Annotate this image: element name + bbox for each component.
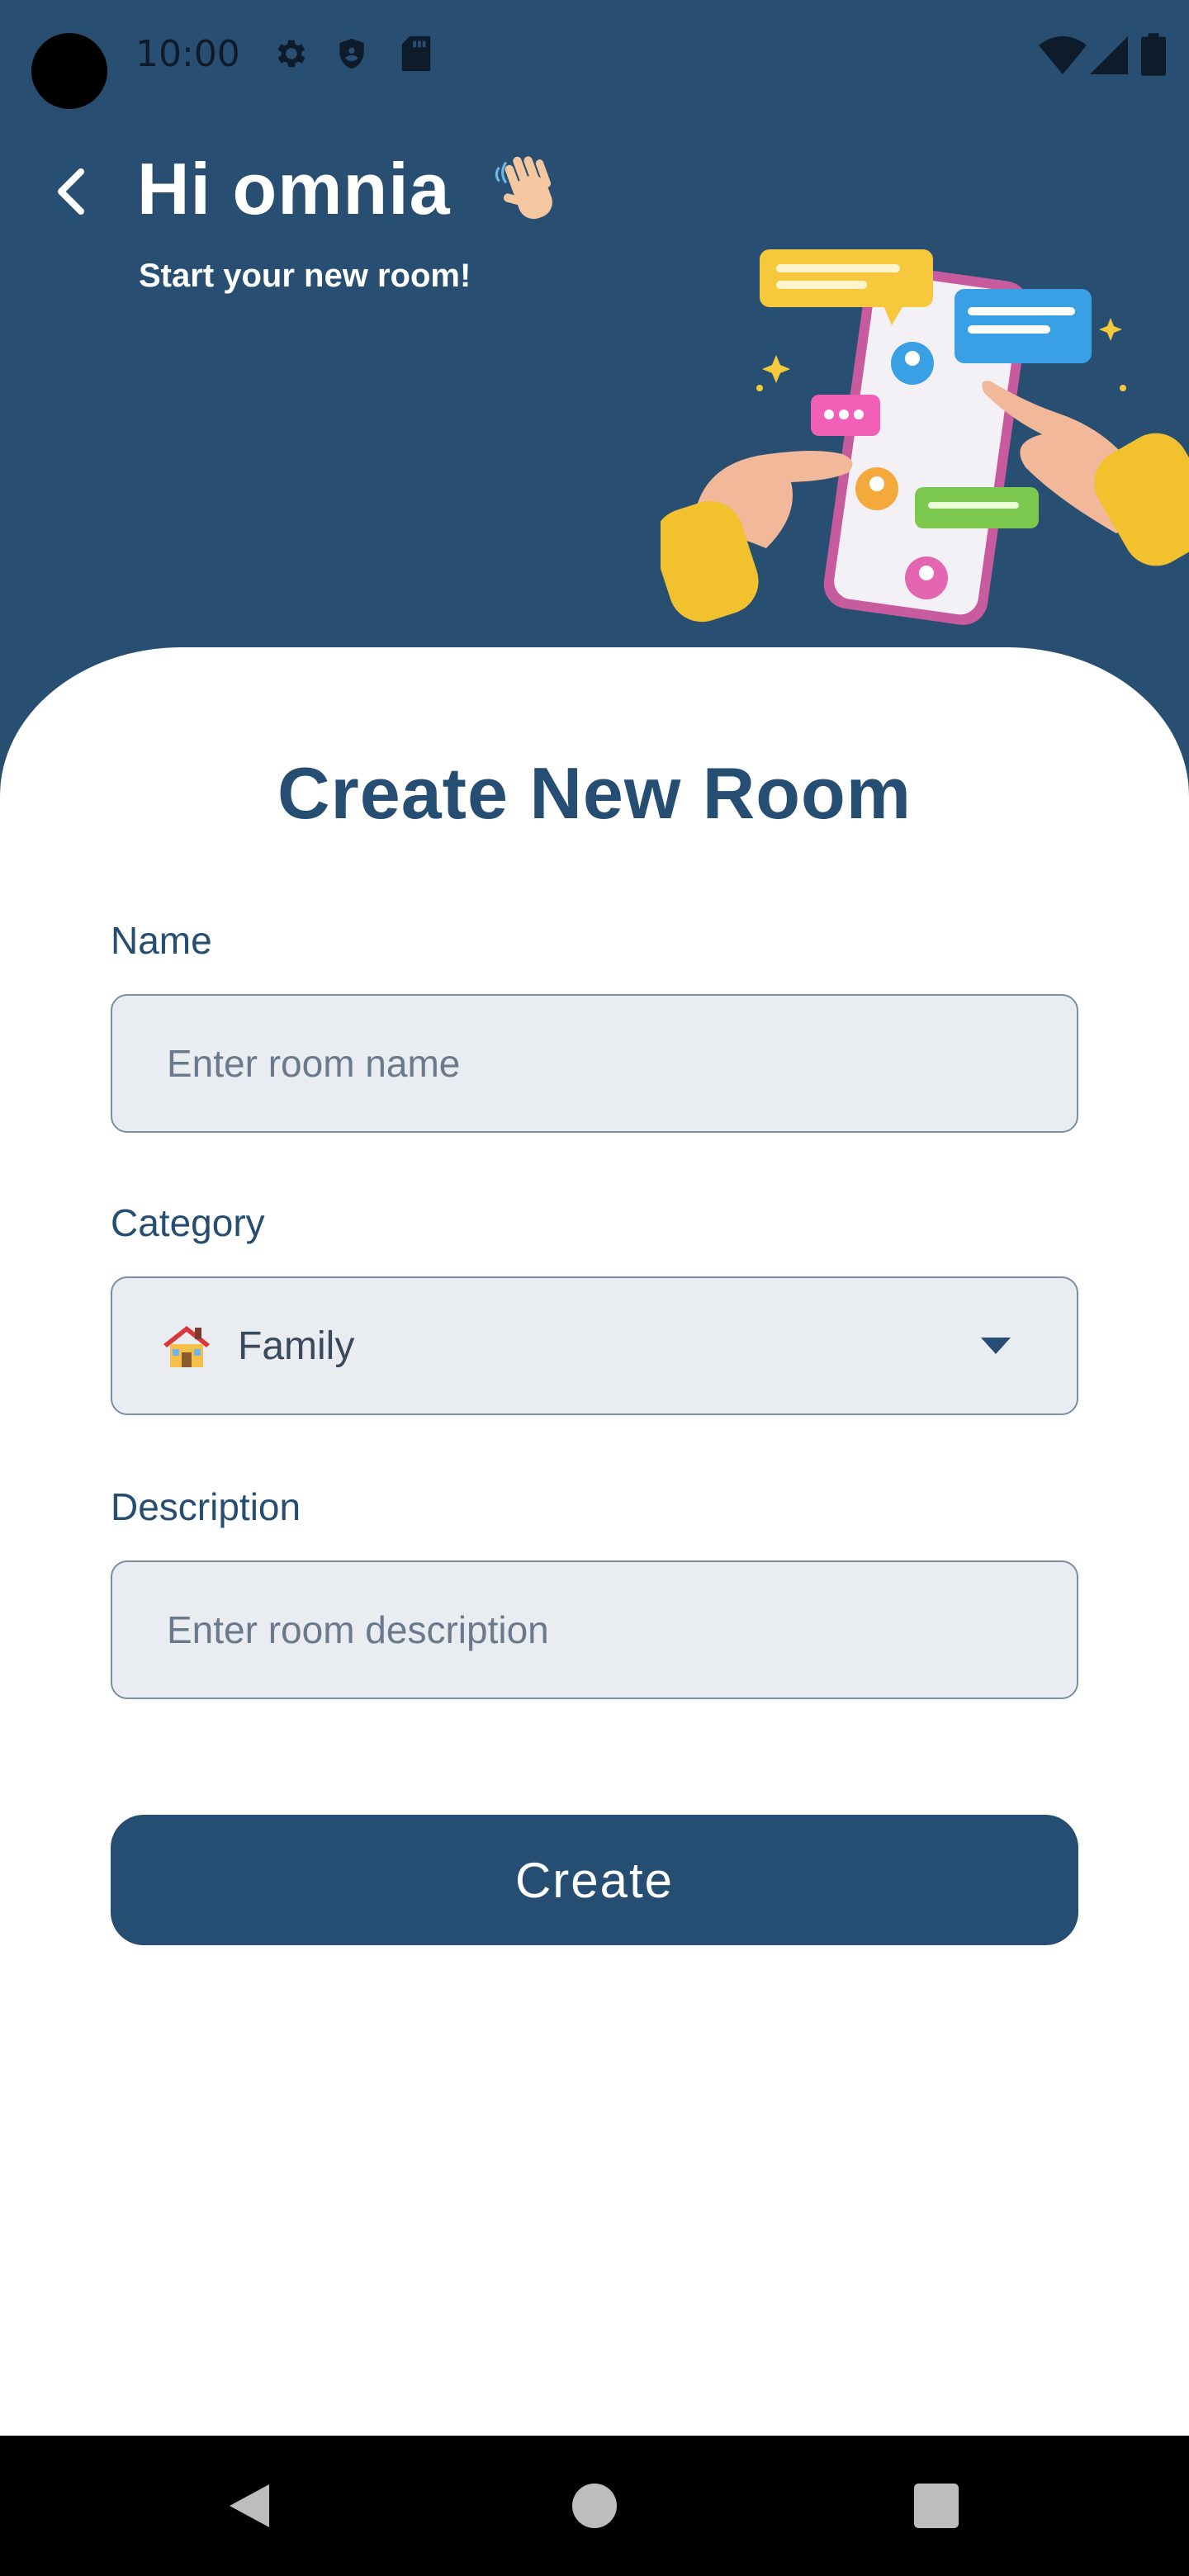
wifi-icon xyxy=(1039,36,1087,74)
form-title: Create New Room xyxy=(277,752,912,834)
category-label: Category xyxy=(111,1201,265,1244)
status-bar: 10:00 xyxy=(0,0,1189,116)
camera-cutout xyxy=(31,33,107,109)
chat-phone-illustration xyxy=(661,249,1189,625)
header-subtitle: Start your new room! xyxy=(139,258,471,294)
create-button[interactable]: Create xyxy=(111,1815,1078,1945)
house-icon xyxy=(163,1326,210,1367)
name-field-container xyxy=(111,994,1078,1133)
nav-home-icon xyxy=(572,2484,617,2528)
nav-recents-button[interactable] xyxy=(887,2436,986,2576)
back-button[interactable] xyxy=(41,162,101,221)
room-name-input[interactable] xyxy=(112,996,1077,1131)
category-select[interactable]: Family xyxy=(111,1276,1078,1415)
category-selected-value: Family xyxy=(238,1324,355,1368)
description-field-container xyxy=(111,1560,1078,1699)
signal-icon xyxy=(1090,36,1128,74)
nav-home-button[interactable] xyxy=(545,2436,644,2576)
room-description-input[interactable] xyxy=(112,1562,1077,1698)
description-label: Description xyxy=(111,1485,301,1528)
chevron-down-icon xyxy=(981,1338,1011,1354)
nav-back-icon xyxy=(230,2484,269,2527)
battery-icon xyxy=(1141,33,1166,76)
form-card xyxy=(0,647,1189,2436)
system-nav-bar xyxy=(0,2436,1189,2576)
sd-card-icon xyxy=(401,36,431,72)
gear-icon xyxy=(277,40,306,68)
nav-back-button[interactable] xyxy=(200,2436,299,2576)
status-time: 10:00 xyxy=(135,33,240,75)
name-label: Name xyxy=(111,919,212,962)
waving-hand-icon xyxy=(495,156,552,220)
greeting-title: Hi omnia xyxy=(137,148,451,230)
nav-recents-icon xyxy=(914,2484,959,2528)
back-arrow-icon xyxy=(58,168,84,215)
shield-icon xyxy=(339,38,364,69)
